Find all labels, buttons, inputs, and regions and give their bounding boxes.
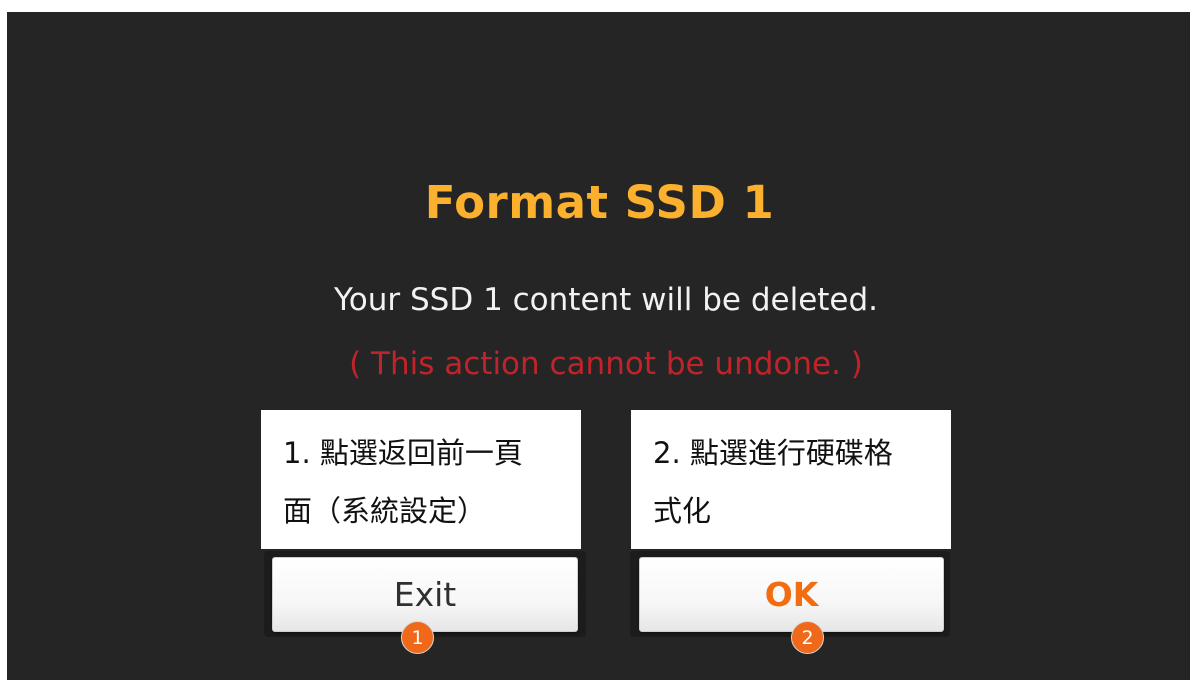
dialog-title: Format SSD 1 bbox=[424, 176, 775, 229]
ok-button[interactable]: OK bbox=[639, 557, 944, 632]
dialog-message: Your SSD 1 content will be deleted. bbox=[333, 282, 879, 318]
step-2-badge: 2 bbox=[791, 621, 824, 654]
annotation-ok-line1: 2. 點選進行硬碟格 bbox=[653, 436, 893, 470]
annotation-exit-note: 1. 點選返回前一頁 面（系統設定） bbox=[261, 410, 581, 549]
dialog-warning: ( This action cannot be undone. ) bbox=[349, 346, 863, 382]
annotation-ok-note: 2. 點選進行硬碟格 式化 bbox=[631, 410, 951, 549]
annotation-ok-line2: 式化 bbox=[653, 494, 712, 528]
annotation-exit-line1: 1. 點選返回前一頁 bbox=[283, 436, 523, 470]
step-1-badge: 1 bbox=[401, 621, 434, 654]
annotation-exit-line2: 面（系統設定） bbox=[283, 494, 487, 528]
exit-button[interactable]: Exit bbox=[272, 557, 578, 632]
